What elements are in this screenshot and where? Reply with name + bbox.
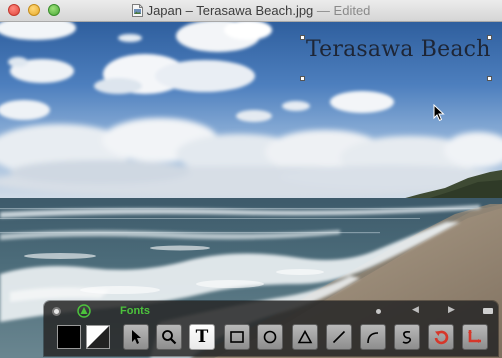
annotation-toolbar: Fonts ◀ ▶ T: [44, 301, 498, 356]
selection-handle-bottom-right[interactable]: [487, 76, 492, 81]
stroke-color-swatch[interactable]: [57, 325, 81, 349]
rectangle-icon: [230, 331, 244, 343]
fill-color-swatch[interactable]: [86, 325, 110, 349]
freehand-tool-button[interactable]: [394, 324, 420, 350]
magnifier-icon: [162, 330, 177, 345]
window-title-filename: Japan – Terasawa Beach.jpg: [146, 3, 314, 18]
rotate-icon: [434, 330, 449, 345]
jpg-document-icon: [131, 4, 143, 17]
crop-icon: [468, 330, 481, 343]
annotation-text[interactable]: Terasawa Beach: [306, 37, 491, 62]
text-annotation[interactable]: Terasawa Beach: [300, 35, 492, 81]
curve-icon: [367, 332, 379, 344]
fonts-button[interactable]: Fonts: [120, 305, 150, 317]
text-tool-button[interactable]: T: [189, 324, 215, 350]
squiggle-icon: [402, 331, 412, 344]
selection-handle-top-left[interactable]: [300, 35, 305, 40]
arrow-cursor-icon: [433, 104, 445, 122]
window-title-separator: —: [316, 3, 330, 18]
selection-handle-bottom-left[interactable]: [300, 76, 305, 81]
window-title-status: Edited: [333, 3, 371, 18]
text-tool-label: T: [195, 326, 209, 347]
toolbar-minimize-icon[interactable]: [483, 308, 493, 314]
arrow-pointer-icon: [132, 330, 141, 344]
triangle-circle-icon[interactable]: [77, 304, 91, 318]
previous-arrow-icon[interactable]: ◀: [412, 304, 419, 315]
circle-icon: [263, 330, 277, 344]
selection-handle-top-right[interactable]: [487, 35, 492, 40]
rotate-tool-button[interactable]: [428, 324, 454, 350]
next-arrow-icon[interactable]: ▶: [448, 304, 455, 315]
preview-window: Japan – Terasawa Beach.jpg — Edited Tera…: [0, 0, 502, 358]
toolbar-close-button[interactable]: [52, 307, 61, 316]
title-bar[interactable]: Japan – Terasawa Beach.jpg — Edited: [0, 0, 502, 22]
select-tool-button[interactable]: [123, 324, 149, 350]
curve-tool-button[interactable]: [360, 324, 386, 350]
line-tool-button[interactable]: [326, 324, 352, 350]
zoom-tool-button[interactable]: [156, 324, 182, 350]
line-icon: [332, 330, 346, 344]
window-title: Japan – Terasawa Beach.jpg — Edited: [0, 3, 502, 18]
page-indicator-dot: [376, 309, 381, 314]
crop-tool-button[interactable]: [462, 324, 488, 350]
triangle-tool-button[interactable]: [292, 324, 318, 350]
oval-tool-button[interactable]: [257, 324, 283, 350]
triangle-icon: [297, 329, 313, 344]
rectangle-tool-button[interactable]: [224, 324, 250, 350]
